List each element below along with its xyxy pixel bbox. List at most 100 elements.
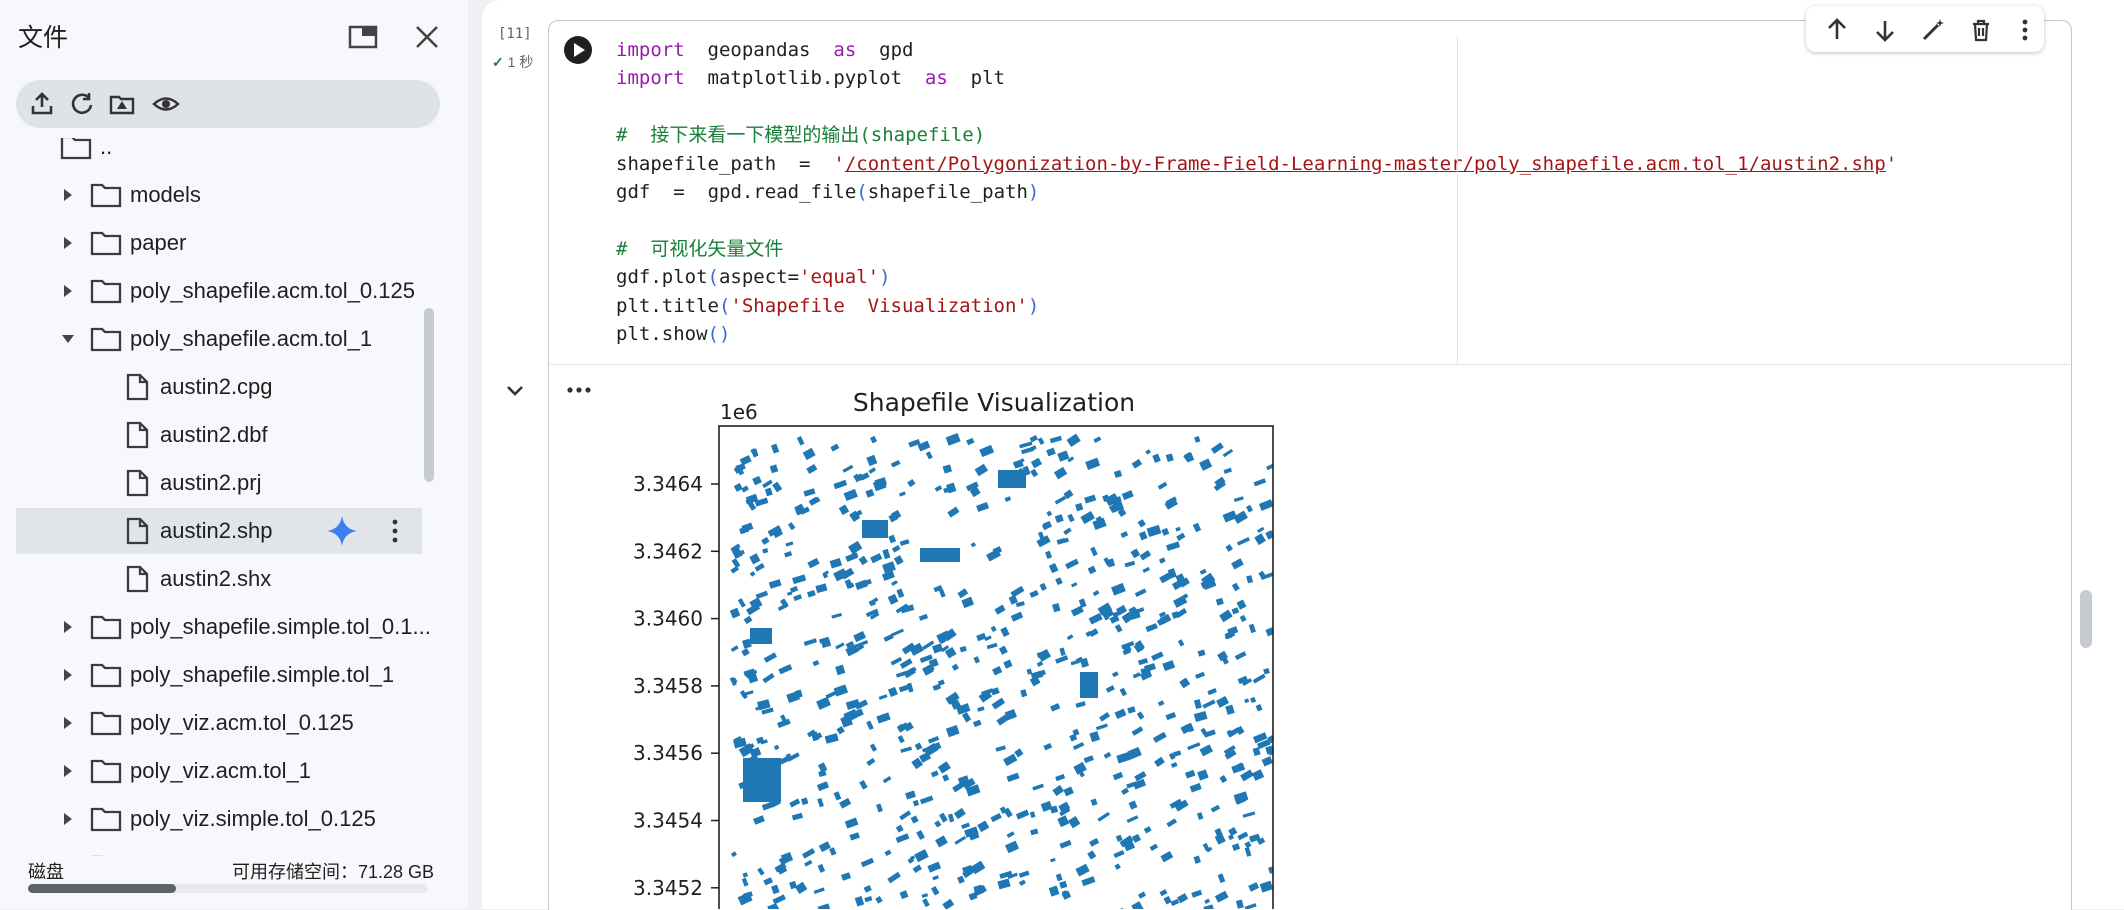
expand-right-arrow-icon[interactable] — [58, 761, 78, 781]
y-offset-label: 1e6 — [720, 400, 758, 424]
building-footprint — [752, 476, 762, 485]
file-row[interactable]: austin2.shp — [16, 508, 422, 554]
building-footprint — [942, 899, 954, 909]
building-footprint — [1057, 538, 1066, 545]
folder-row[interactable]: poly_shapefile.simple.tol_0.1... — [16, 604, 422, 650]
file-row[interactable]: austin2.cpg — [16, 364, 422, 410]
building-footprint — [894, 555, 904, 565]
folder-row[interactable]: models — [16, 172, 422, 218]
building-footprint — [1081, 876, 1095, 886]
function-call: plt.show — [616, 323, 708, 345]
building-footprint — [883, 776, 892, 783]
refresh-icon[interactable] — [68, 90, 96, 118]
building-footprint — [1067, 634, 1074, 640]
show-hidden-files-icon[interactable] — [152, 90, 180, 118]
expand-right-arrow-icon[interactable] — [58, 281, 78, 301]
move-up-icon[interactable] — [1824, 17, 1850, 43]
building-footprint — [1129, 801, 1138, 810]
code-editor[interactable]: import geopandas as gpd import matplotli… — [616, 36, 1897, 348]
path-link[interactable]: /content/Polygonization-by-Frame-Field-L… — [845, 153, 1886, 175]
folder-row[interactable]: poly_viz.simple.tol_0.125 — [16, 796, 422, 842]
building-footprint — [927, 862, 941, 873]
folder-row[interactable]: poly_viz.acm.tol_0.125 — [16, 700, 422, 746]
building-footprint — [1120, 531, 1128, 538]
output-options-icon[interactable] — [564, 380, 594, 400]
folder-row[interactable]: paper — [16, 220, 422, 266]
building-footprint — [1231, 558, 1244, 569]
file-row[interactable]: austin2.shx — [16, 556, 422, 602]
keyword: import — [616, 67, 685, 89]
expand-right-arrow-icon[interactable] — [58, 233, 78, 253]
variable: gdf — [616, 181, 650, 203]
gemini-sparkle-icon[interactable] — [326, 515, 358, 547]
expand-down-arrow-icon[interactable] — [58, 329, 78, 349]
building-footprint — [1037, 649, 1051, 662]
building-footprint — [870, 436, 877, 444]
expand-right-arrow-icon[interactable] — [58, 185, 78, 205]
file-tree-scrollbar[interactable] — [424, 308, 434, 482]
building-footprint — [1046, 448, 1056, 457]
folder-row[interactable]: poly_shapefile.acm.tol_0.125 — [16, 268, 422, 314]
building-footprint — [935, 835, 948, 847]
more-options-icon[interactable] — [390, 517, 400, 545]
building-footprint — [1225, 705, 1234, 715]
building-footprint — [1163, 896, 1171, 905]
folder-row[interactable]: poly_viz.acm.tol_1 — [16, 748, 422, 794]
building-footprint — [785, 541, 793, 546]
building-footprint — [1055, 655, 1068, 664]
upload-icon[interactable] — [28, 90, 56, 118]
building-footprint — [957, 876, 965, 884]
file-row[interactable]: austin2.dbf — [16, 412, 422, 458]
building-footprint — [795, 882, 808, 894]
building-footprint — [1166, 541, 1180, 551]
delete-icon[interactable] — [1968, 17, 1994, 43]
building-footprint — [1202, 699, 1215, 708]
building-footprint — [830, 444, 839, 452]
collapse-output-chevron-icon[interactable] — [503, 378, 527, 402]
building-footprint — [1075, 503, 1083, 511]
run-cell-button[interactable] — [563, 35, 593, 65]
building-footprint — [1190, 783, 1202, 793]
folder-row[interactable]: poly_shapefile.simple.tol_1 — [16, 652, 422, 698]
more-options-icon[interactable] — [2012, 17, 2038, 43]
building-footprint — [1237, 537, 1250, 546]
expand-right-arrow-icon[interactable] — [58, 665, 78, 685]
building-footprint — [848, 541, 862, 554]
notebook-scrollbar[interactable] — [2080, 590, 2092, 648]
building-footprint — [1236, 900, 1244, 909]
building-footprint — [1259, 499, 1274, 511]
building-footprint — [818, 770, 826, 777]
folder-row[interactable]: poly_shapefile.acm.tol_1 — [16, 316, 422, 362]
building-footprint — [1089, 628, 1099, 637]
building-footprint — [1085, 458, 1100, 470]
mount-drive-icon[interactable] — [108, 90, 136, 118]
building-footprint — [770, 464, 778, 473]
move-down-icon[interactable] — [1872, 17, 1898, 43]
building-footprint — [801, 797, 808, 805]
edit-magic-icon[interactable] — [1920, 17, 1946, 43]
folder-row[interactable]: .. — [16, 138, 422, 170]
building-footprint — [932, 643, 943, 653]
file-tree: ..modelspaperpoly_shapefile.acm.tol_0.12… — [0, 138, 440, 856]
building-footprint — [1204, 899, 1210, 904]
expand-right-arrow-icon[interactable] — [58, 617, 78, 637]
building-footprint — [792, 574, 806, 584]
building-footprint — [738, 598, 746, 607]
building-footprint — [879, 694, 888, 700]
building-footprint — [1138, 892, 1146, 899]
expand-right-arrow-icon[interactable] — [58, 809, 78, 829]
building-footprint — [842, 465, 853, 473]
building-footprint — [1075, 864, 1089, 877]
file-row[interactable]: austin2.prj — [16, 460, 422, 506]
building-footprint — [1055, 496, 1067, 505]
folder-row[interactable]: poly_viz.simple.tol_1 — [16, 844, 422, 856]
building-footprint — [899, 491, 906, 496]
open-in-tab-icon[interactable] — [348, 22, 378, 52]
building-footprint — [1262, 756, 1273, 766]
building-footprint — [844, 489, 858, 501]
expand-right-arrow-icon[interactable] — [58, 713, 78, 733]
available-storage: 可用存储空间：71.28 GB — [232, 858, 434, 884]
building-footprint — [853, 631, 866, 642]
building-footprint — [1177, 893, 1188, 903]
close-icon[interactable] — [412, 22, 442, 52]
